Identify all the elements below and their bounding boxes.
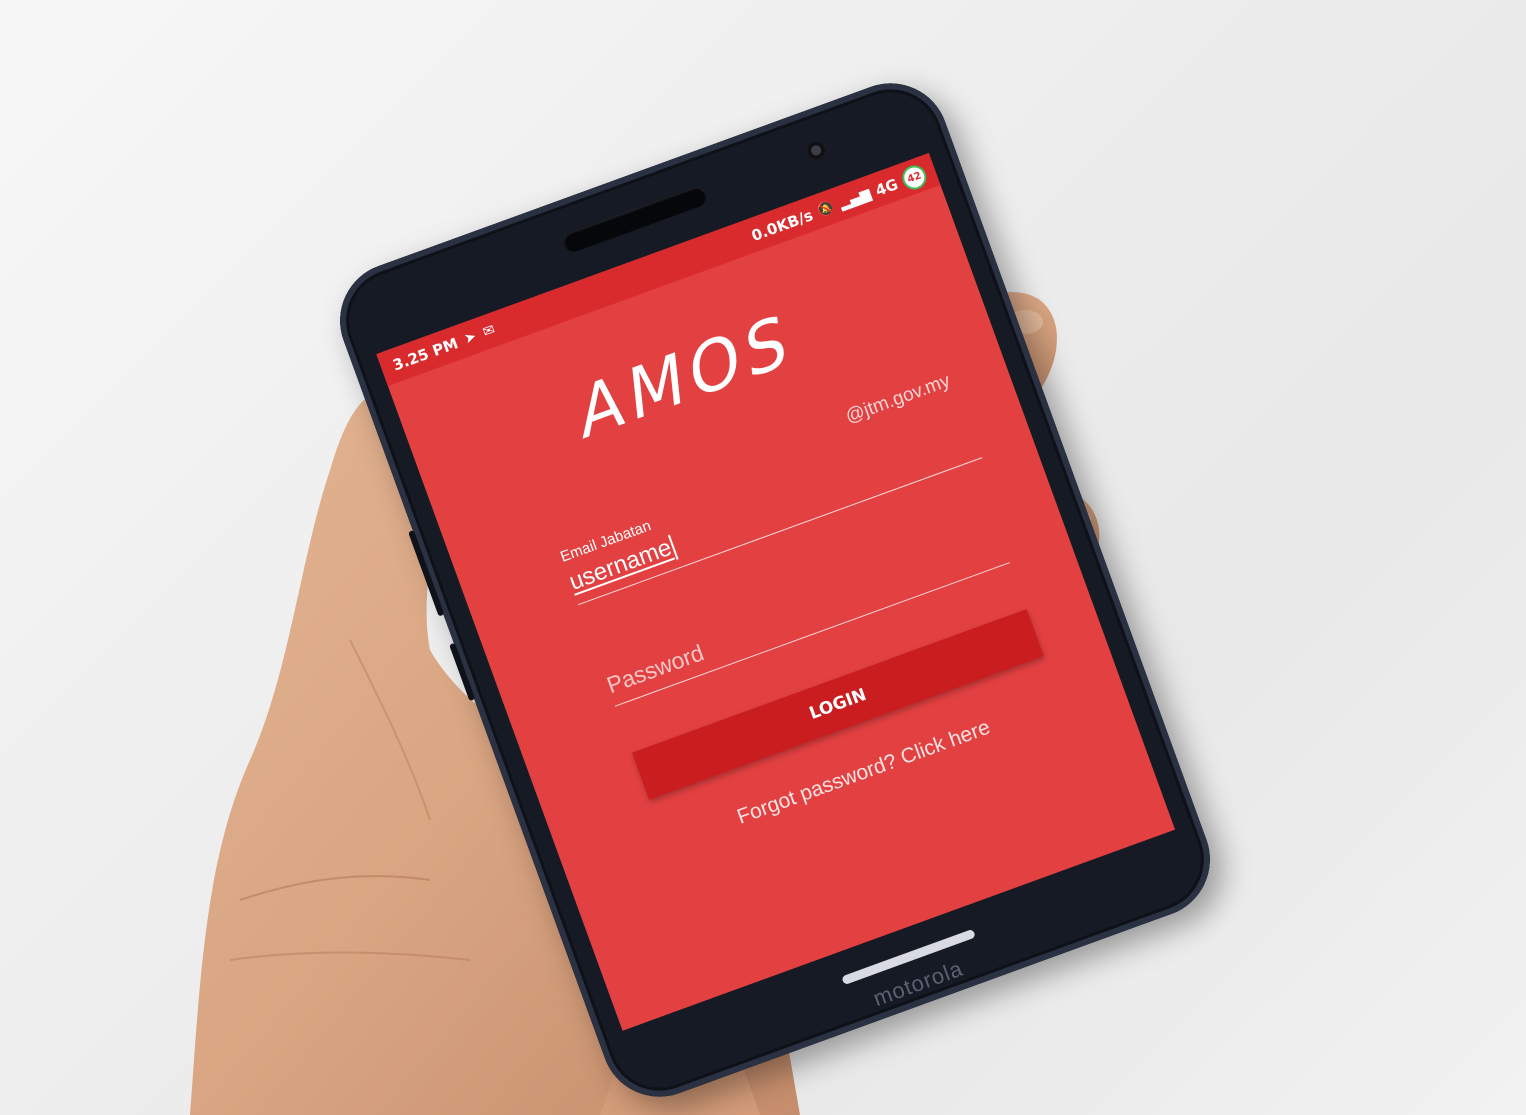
status-time: 3.25 PM <box>390 334 461 375</box>
status-bar-left: 3.25 PM ➤ ✉ <box>390 321 497 375</box>
network-speed: 0.0KB/s <box>749 206 816 245</box>
network-type: 4G <box>872 175 901 200</box>
password-placeholder: Password <box>603 639 708 699</box>
login-button-label: LOGIN <box>806 684 870 724</box>
mail-icon: ✉ <box>480 321 498 341</box>
front-camera-icon <box>804 138 828 162</box>
bell-muted-icon: 🔕 <box>815 199 838 221</box>
photo-scene: 3.25 PM ➤ ✉ 0.0KB/s 🔕 ▂▄▆ 4G 42 AMOS @jt… <box>0 0 1526 1115</box>
amos-logo: AMOS <box>575 298 797 457</box>
battery-level: 42 <box>905 169 923 186</box>
status-bar-right: 0.0KB/s 🔕 ▂▄▆ 4G 42 <box>748 162 930 248</box>
battery-icon: 42 <box>898 162 930 193</box>
telegram-icon: ➤ <box>462 328 479 348</box>
signal-icon: ▂▄▆ <box>837 185 874 213</box>
email-domain-suffix: @jtm.gov.my <box>842 370 954 428</box>
